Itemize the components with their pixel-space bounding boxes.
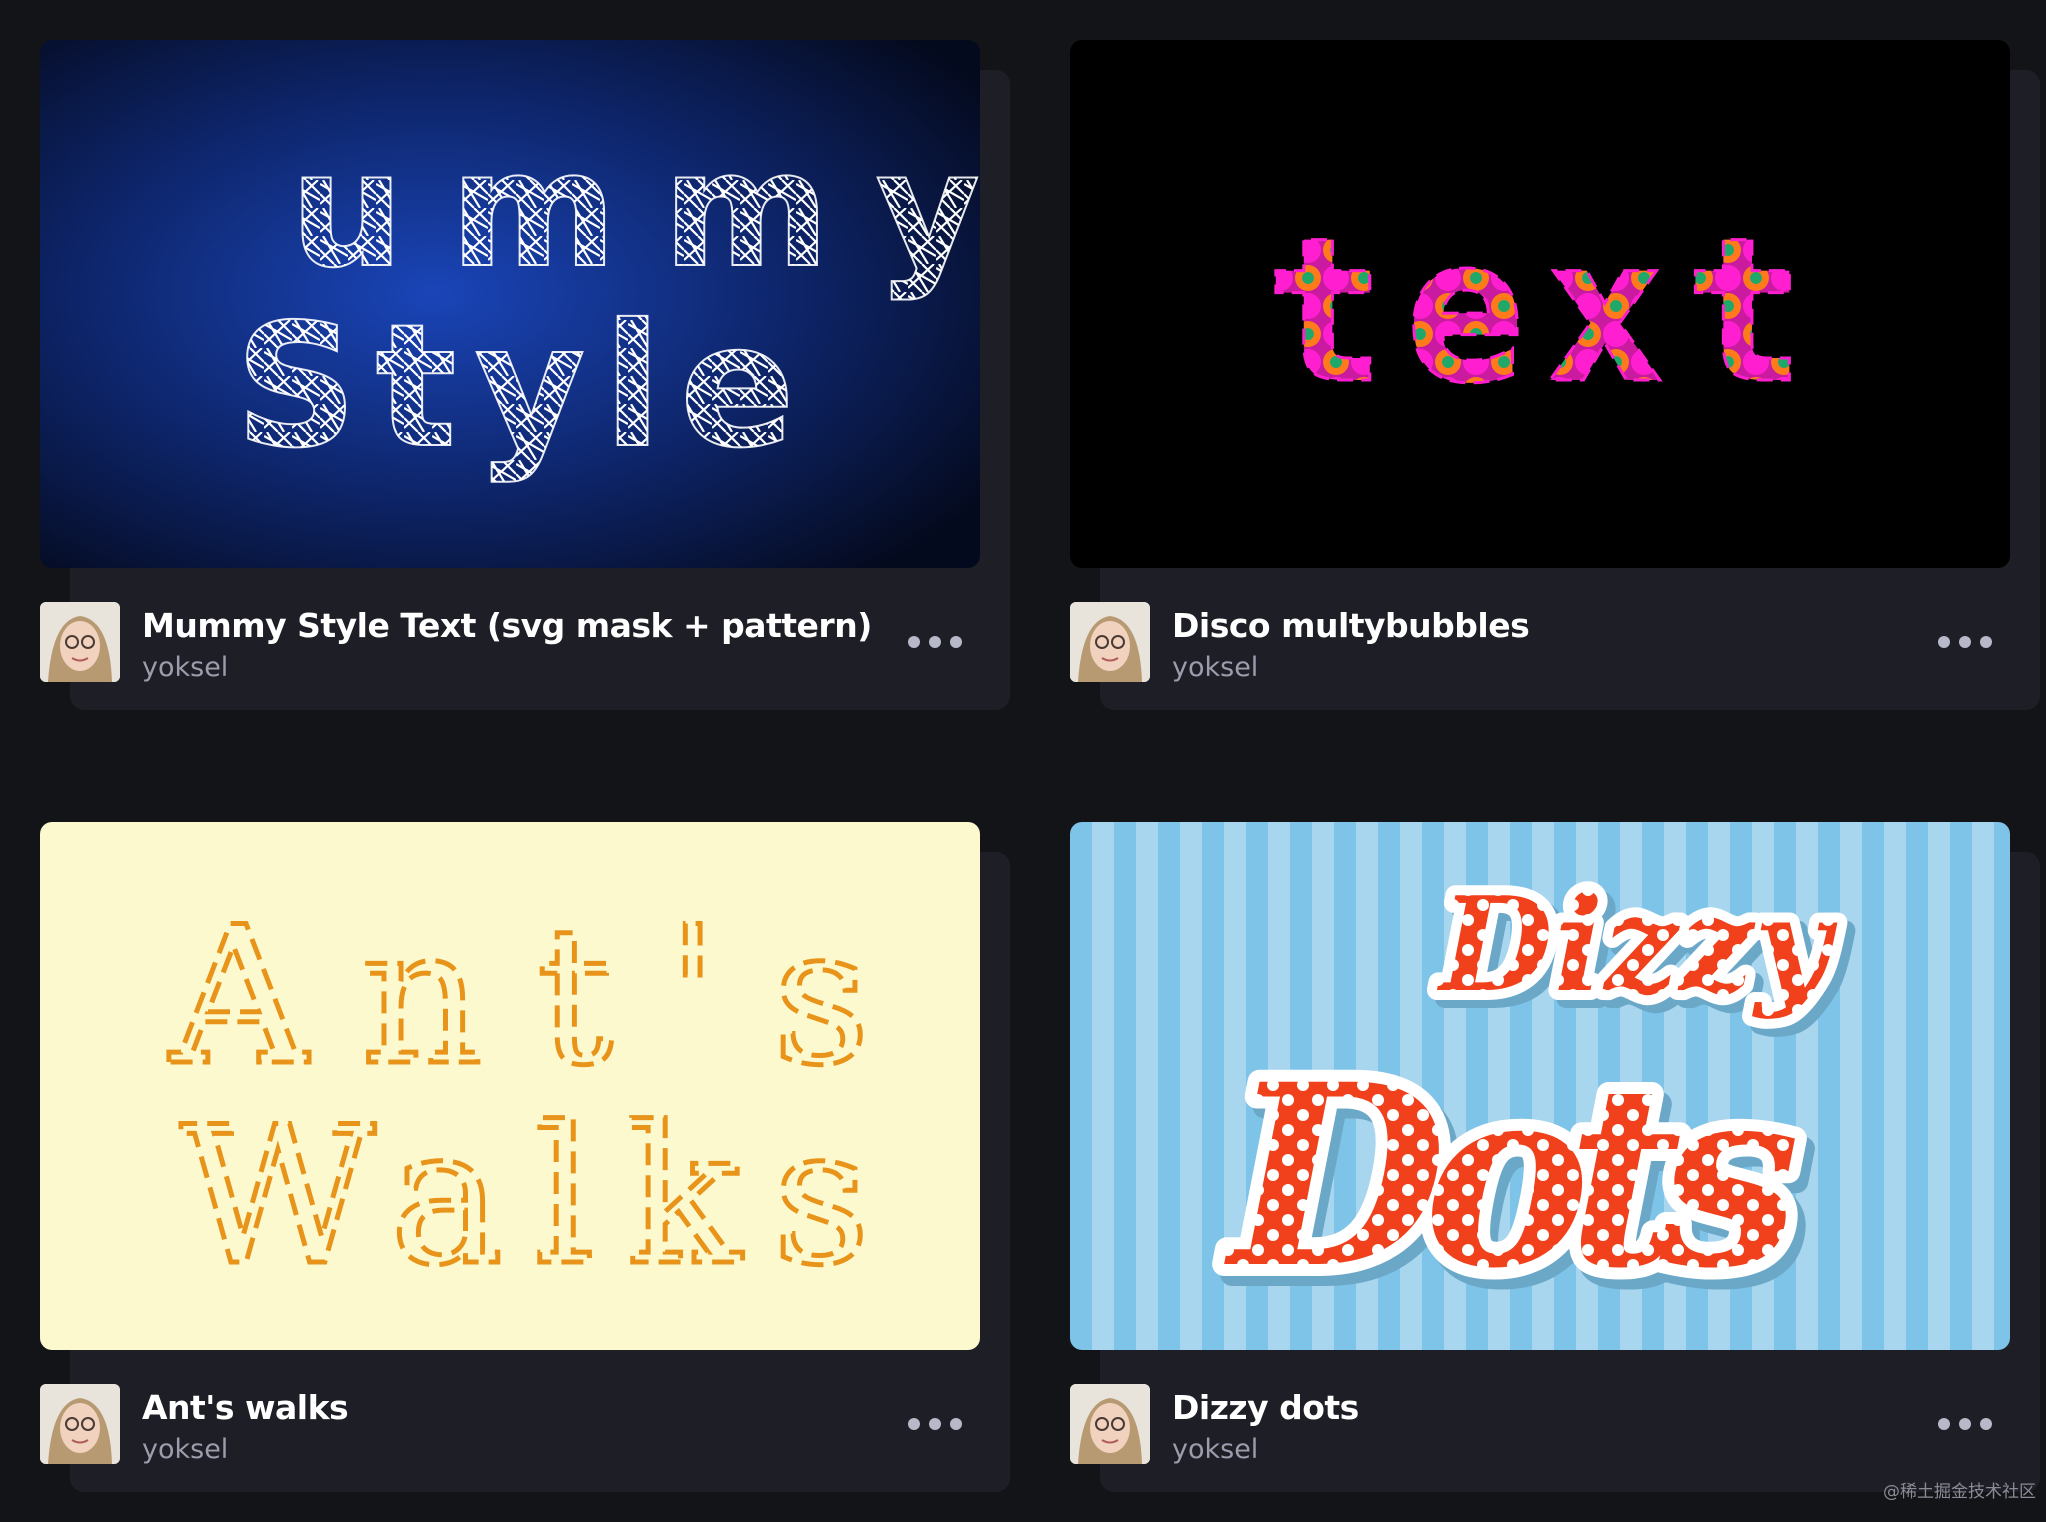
pen-title[interactable]: Mummy Style Text (svg mask + pattern) (142, 606, 872, 645)
pen-title[interactable]: Dizzy dots (1172, 1388, 1359, 1427)
author-avatar[interactable] (40, 602, 120, 682)
pen-card-mummy: ummy Style Mummy Style Text (svg mask + … (40, 40, 1010, 740)
pen-preview-disco[interactable]: text (1070, 40, 2010, 568)
pen-card-disco: text Disco multybubbles yoksel (1070, 40, 2040, 740)
pen-meta: Ant's walks yoksel (40, 1382, 980, 1465)
author-avatar[interactable] (1070, 602, 1150, 682)
pen-author[interactable]: yoksel (1172, 1434, 1258, 1465)
more-options-icon[interactable] (1938, 622, 1992, 662)
pen-meta: Dizzy dots yoksel (1070, 1382, 2010, 1465)
pen-card-dizzy: Dizzy Dizzy Dizzy Dots Dots Dots Dizzy d… (1070, 822, 2040, 1522)
preview-line-1: Dizzy (1436, 868, 1837, 1021)
author-avatar[interactable] (40, 1384, 120, 1464)
pen-title[interactable]: Ant's walks (142, 1388, 349, 1427)
author-avatar[interactable] (1070, 1384, 1150, 1464)
pen-author[interactable]: yoksel (1172, 652, 1258, 683)
pen-author[interactable]: yoksel (142, 1434, 228, 1465)
watermark: @稀土掘金技术社区 (1883, 1482, 2036, 1502)
more-options-icon[interactable] (908, 622, 962, 662)
pen-preview-ants[interactable]: Ant's Walks (40, 822, 980, 1350)
pen-author[interactable]: yoksel (142, 652, 228, 683)
pen-meta: Disco multybubbles yoksel (1070, 600, 2010, 683)
more-options-icon[interactable] (908, 1404, 962, 1444)
pen-meta: Mummy Style Text (svg mask + pattern) yo… (40, 600, 980, 683)
pen-preview-mummy[interactable]: ummy Style (40, 40, 980, 568)
pen-title[interactable]: Disco multybubbles (1172, 606, 1530, 645)
preview-line-2: Style (235, 288, 795, 486)
pen-card-ants: Ant's Walks Ant's walks yoksel (40, 822, 1010, 1522)
pen-preview-dizzy[interactable]: Dizzy Dizzy Dizzy Dots Dots Dots (1070, 822, 2010, 1350)
preview-line-2: Dots (1224, 1029, 1800, 1323)
more-options-icon[interactable] (1938, 1404, 1992, 1444)
